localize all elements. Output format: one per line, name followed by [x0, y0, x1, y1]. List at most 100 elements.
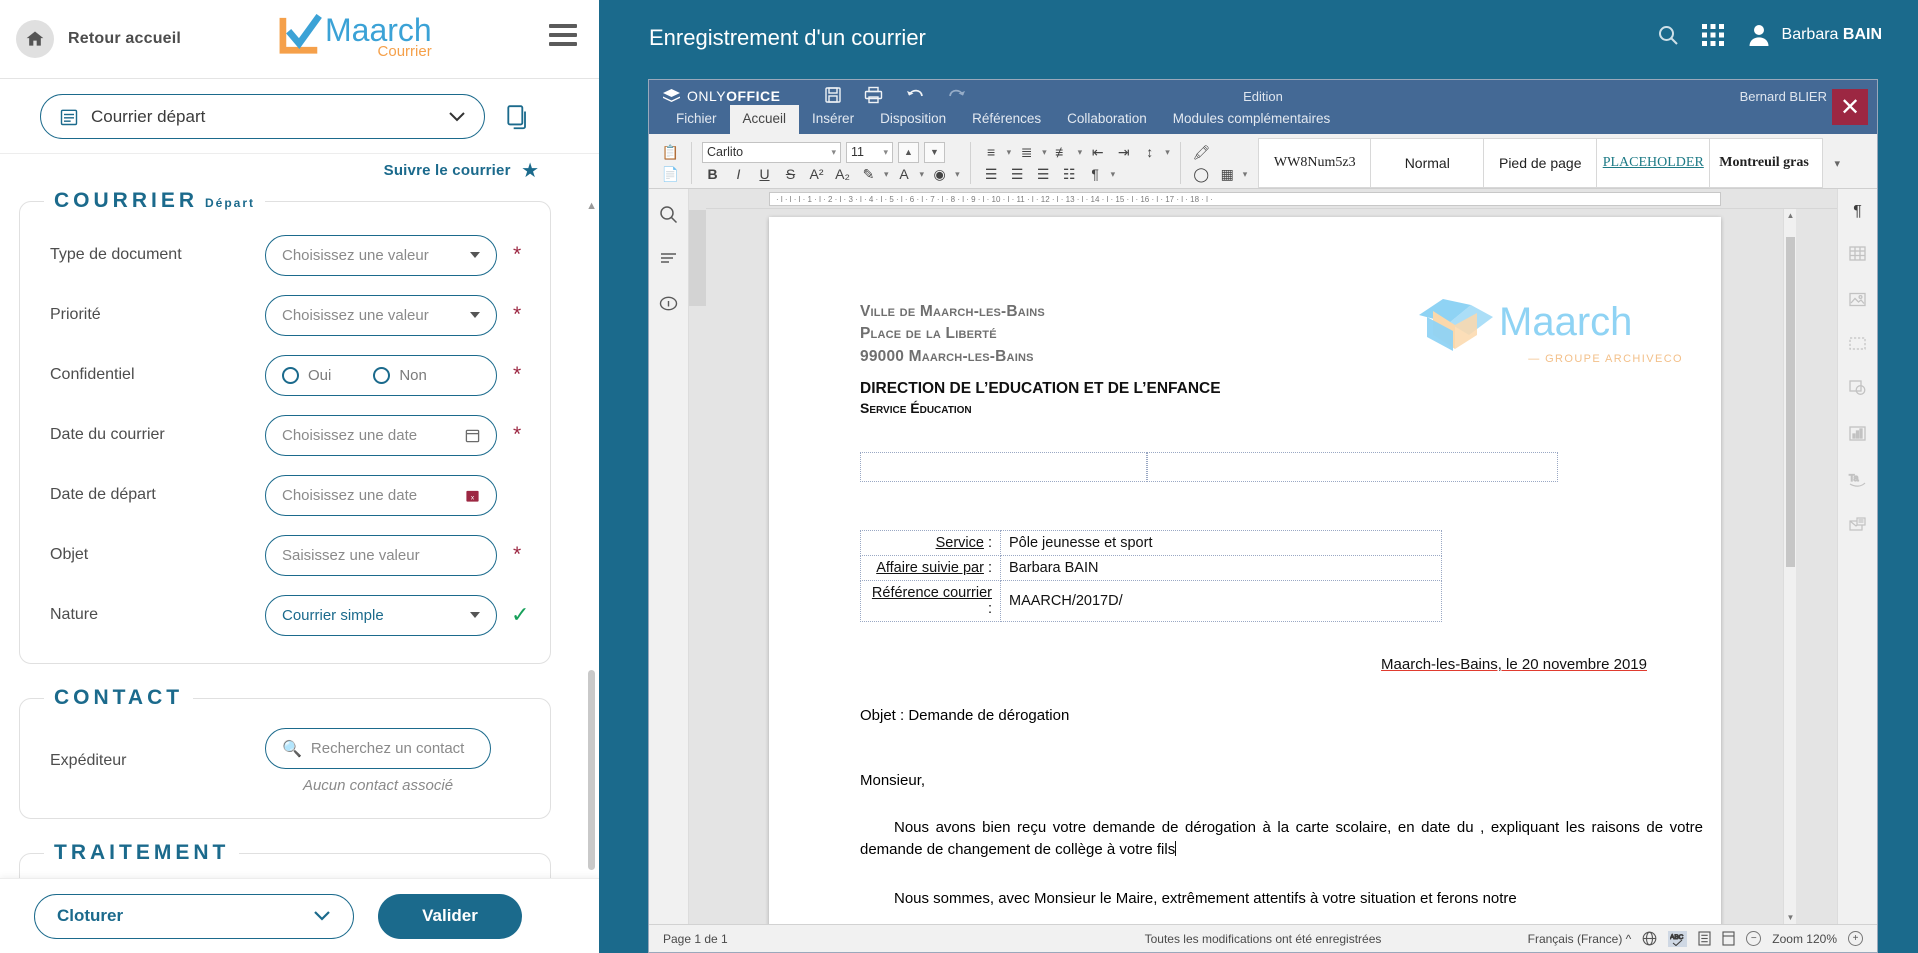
strikethrough-icon[interactable]: S [780, 164, 801, 185]
radio-oui[interactable] [282, 367, 299, 384]
text-box-settings-icon[interactable] [1849, 337, 1866, 355]
tab-modules-complementaires[interactable]: Modules complémentaires [1160, 105, 1344, 134]
multilevel-list-icon[interactable]: ≢ [1052, 142, 1073, 163]
chevron-down-icon[interactable]: ▾ [920, 169, 925, 180]
copy-style-icon[interactable]: 🖍 [1191, 142, 1212, 163]
horizontal-ruler[interactable]: · l · l · l · 1 · l · 2 · l · 3 · l · 4 … [706, 189, 1837, 209]
font-family-select[interactable]: Carlito▾ [702, 142, 841, 163]
text-effects-icon[interactable]: ◉ [929, 164, 950, 185]
info-icon[interactable] [659, 294, 678, 318]
search-icon[interactable] [1656, 23, 1680, 47]
text-art-settings-icon[interactable]: Ta [1848, 471, 1867, 493]
user-menu-button[interactable]: Barbara BAIN [1746, 22, 1882, 48]
objet-input[interactable]: Saisissez une valeur [265, 535, 497, 576]
shading-color-icon[interactable]: ▦ [1217, 164, 1238, 185]
star-icon[interactable]: ★ [521, 160, 539, 182]
clear-style-icon[interactable]: ◯ [1191, 164, 1212, 185]
highlight-color-icon[interactable]: ✎ [858, 164, 879, 185]
placeholder-cell[interactable] [860, 452, 1147, 482]
menu-toggle-button[interactable] [549, 24, 577, 51]
chevron-down-icon[interactable]: ▾ [1165, 147, 1170, 158]
align-left-icon[interactable]: ☰ [981, 164, 1002, 185]
decrease-indent-icon[interactable]: ⇤ [1087, 142, 1108, 163]
scroll-up-icon[interactable]: ▲ [586, 200, 597, 212]
align-center-icon[interactable]: ☰ [1007, 164, 1028, 185]
left-scrollbar[interactable] [588, 190, 595, 890]
line-spacing-icon[interactable]: ↕ [1139, 142, 1160, 163]
radio-non[interactable] [373, 367, 390, 384]
style-pied-de-page[interactable]: Pied de page [1484, 138, 1597, 188]
nature-select[interactable]: Courrier simple [265, 595, 497, 636]
apps-grid-icon[interactable] [1702, 24, 1724, 46]
chevron-down-icon[interactable]: ▾ [884, 169, 889, 180]
home-button[interactable] [16, 20, 54, 58]
mail-category-select[interactable]: Courrier départ [40, 94, 485, 139]
close-action-select[interactable]: Cloturer [34, 894, 354, 939]
follow-mail-link[interactable]: Suivre le courrier [384, 162, 511, 179]
font-color-icon[interactable]: A [894, 164, 915, 185]
style-normal[interactable]: Normal [1371, 138, 1484, 188]
calendar-icon[interactable] [465, 428, 480, 443]
comments-icon[interactable] [659, 251, 678, 272]
document-paragraph-2[interactable]: Nous sommes, avec Monsieur le Maire, ext… [860, 888, 1703, 909]
underline-icon[interactable]: U [754, 164, 775, 185]
scrollbar-thumb[interactable] [588, 670, 595, 870]
confidentiel-radio-group[interactable]: Oui Non [265, 355, 497, 396]
date-du-courrier-input[interactable]: Choisissez une date [265, 415, 497, 456]
show-formatting-marks-icon[interactable]: ¶ [1085, 164, 1106, 185]
paragraph-settings-icon[interactable]: ¶ [1853, 203, 1862, 221]
increase-font-size-button[interactable]: ▲ [898, 142, 919, 163]
chevron-down-icon[interactable]: ▾ [1243, 169, 1248, 180]
superscript-icon[interactable]: A² [806, 164, 827, 185]
decrease-font-size-button[interactable]: ▼ [924, 142, 945, 163]
mail-merge-settings-icon[interactable] [1849, 517, 1866, 538]
bold-icon[interactable]: B [702, 164, 723, 185]
font-size-select[interactable]: 11▾ [846, 142, 893, 163]
tab-collaboration[interactable]: Collaboration [1054, 105, 1160, 134]
document-vertical-scrollbar[interactable]: ▲ ▼ [1783, 209, 1796, 924]
chevron-down-icon[interactable]: ▾ [1078, 147, 1083, 158]
subscript-icon[interactable]: A₂ [832, 164, 853, 185]
tab-inserer[interactable]: Insérer [799, 105, 867, 134]
date-de-depart-input[interactable]: Choisissez une date x [265, 475, 497, 516]
numbered-list-icon[interactable]: ≣ [1016, 142, 1037, 163]
chevron-down-icon[interactable]: ▾ [1042, 147, 1047, 158]
validate-button[interactable]: Valider [378, 894, 522, 939]
document-paragraph-1[interactable]: Nous avons bien reçu votre demande de dé… [860, 817, 1703, 860]
chevron-down-icon[interactable]: ▾ [1111, 169, 1116, 180]
scroll-up-icon[interactable]: ▲ [1784, 211, 1797, 220]
document-page[interactable]: Maarch — GROUPE ARCHIVECO Ville de Maarc… [769, 217, 1721, 924]
style-placeholder[interactable]: PLACEHOLDER [1597, 138, 1710, 188]
attachments-icon[interactable] [505, 104, 531, 132]
chevron-down-icon[interactable]: ▾ [955, 169, 960, 180]
shape-settings-icon[interactable] [1849, 379, 1866, 401]
placeholder-cell[interactable] [1147, 452, 1558, 482]
priorite-select[interactable]: Choisissez une valeur [265, 295, 497, 336]
chevron-down-icon[interactable]: ▾ [1007, 147, 1012, 158]
tab-references[interactable]: Références [959, 105, 1054, 134]
align-justify-icon[interactable]: ☷ [1059, 164, 1080, 185]
tab-disposition[interactable]: Disposition [867, 105, 959, 134]
close-icon[interactable]: ✕ [1832, 89, 1868, 125]
tab-accueil[interactable]: Accueil [730, 105, 800, 134]
scroll-down-icon[interactable]: ▼ [1784, 913, 1797, 922]
scrollbar-thumb[interactable] [1786, 237, 1795, 567]
style-montreuil-gras[interactable]: Montreuil gras [1710, 138, 1823, 188]
italic-icon[interactable]: I [728, 164, 749, 185]
image-settings-icon[interactable] [1849, 291, 1866, 313]
expediteur-search-input[interactable]: 🔍 Recherchez un contact [265, 728, 491, 769]
bullet-list-icon[interactable]: ≡ [981, 142, 1002, 163]
style-gallery-expand-icon[interactable]: ▾ [1823, 138, 1851, 188]
align-right-icon[interactable]: ☰ [1033, 164, 1054, 185]
search-icon[interactable] [659, 205, 678, 229]
increase-indent-icon[interactable]: ⇥ [1113, 142, 1134, 163]
paste-icon[interactable]: 📄 [660, 164, 681, 185]
table-settings-icon[interactable] [1849, 245, 1866, 267]
chart-settings-icon[interactable] [1849, 425, 1866, 447]
type-de-document-select[interactable]: Choisissez une valeur [265, 235, 497, 276]
document-canvas[interactable]: · l · l · l · 1 · l · 2 · l · 3 · l · 4 … [706, 189, 1837, 924]
style-ww8num5z3[interactable]: WW8Num5z3 [1258, 138, 1371, 188]
tab-fichier[interactable]: Fichier [663, 105, 730, 134]
calendar-clear-icon[interactable]: x [465, 488, 480, 503]
copy-icon[interactable]: 📋 [660, 142, 681, 163]
